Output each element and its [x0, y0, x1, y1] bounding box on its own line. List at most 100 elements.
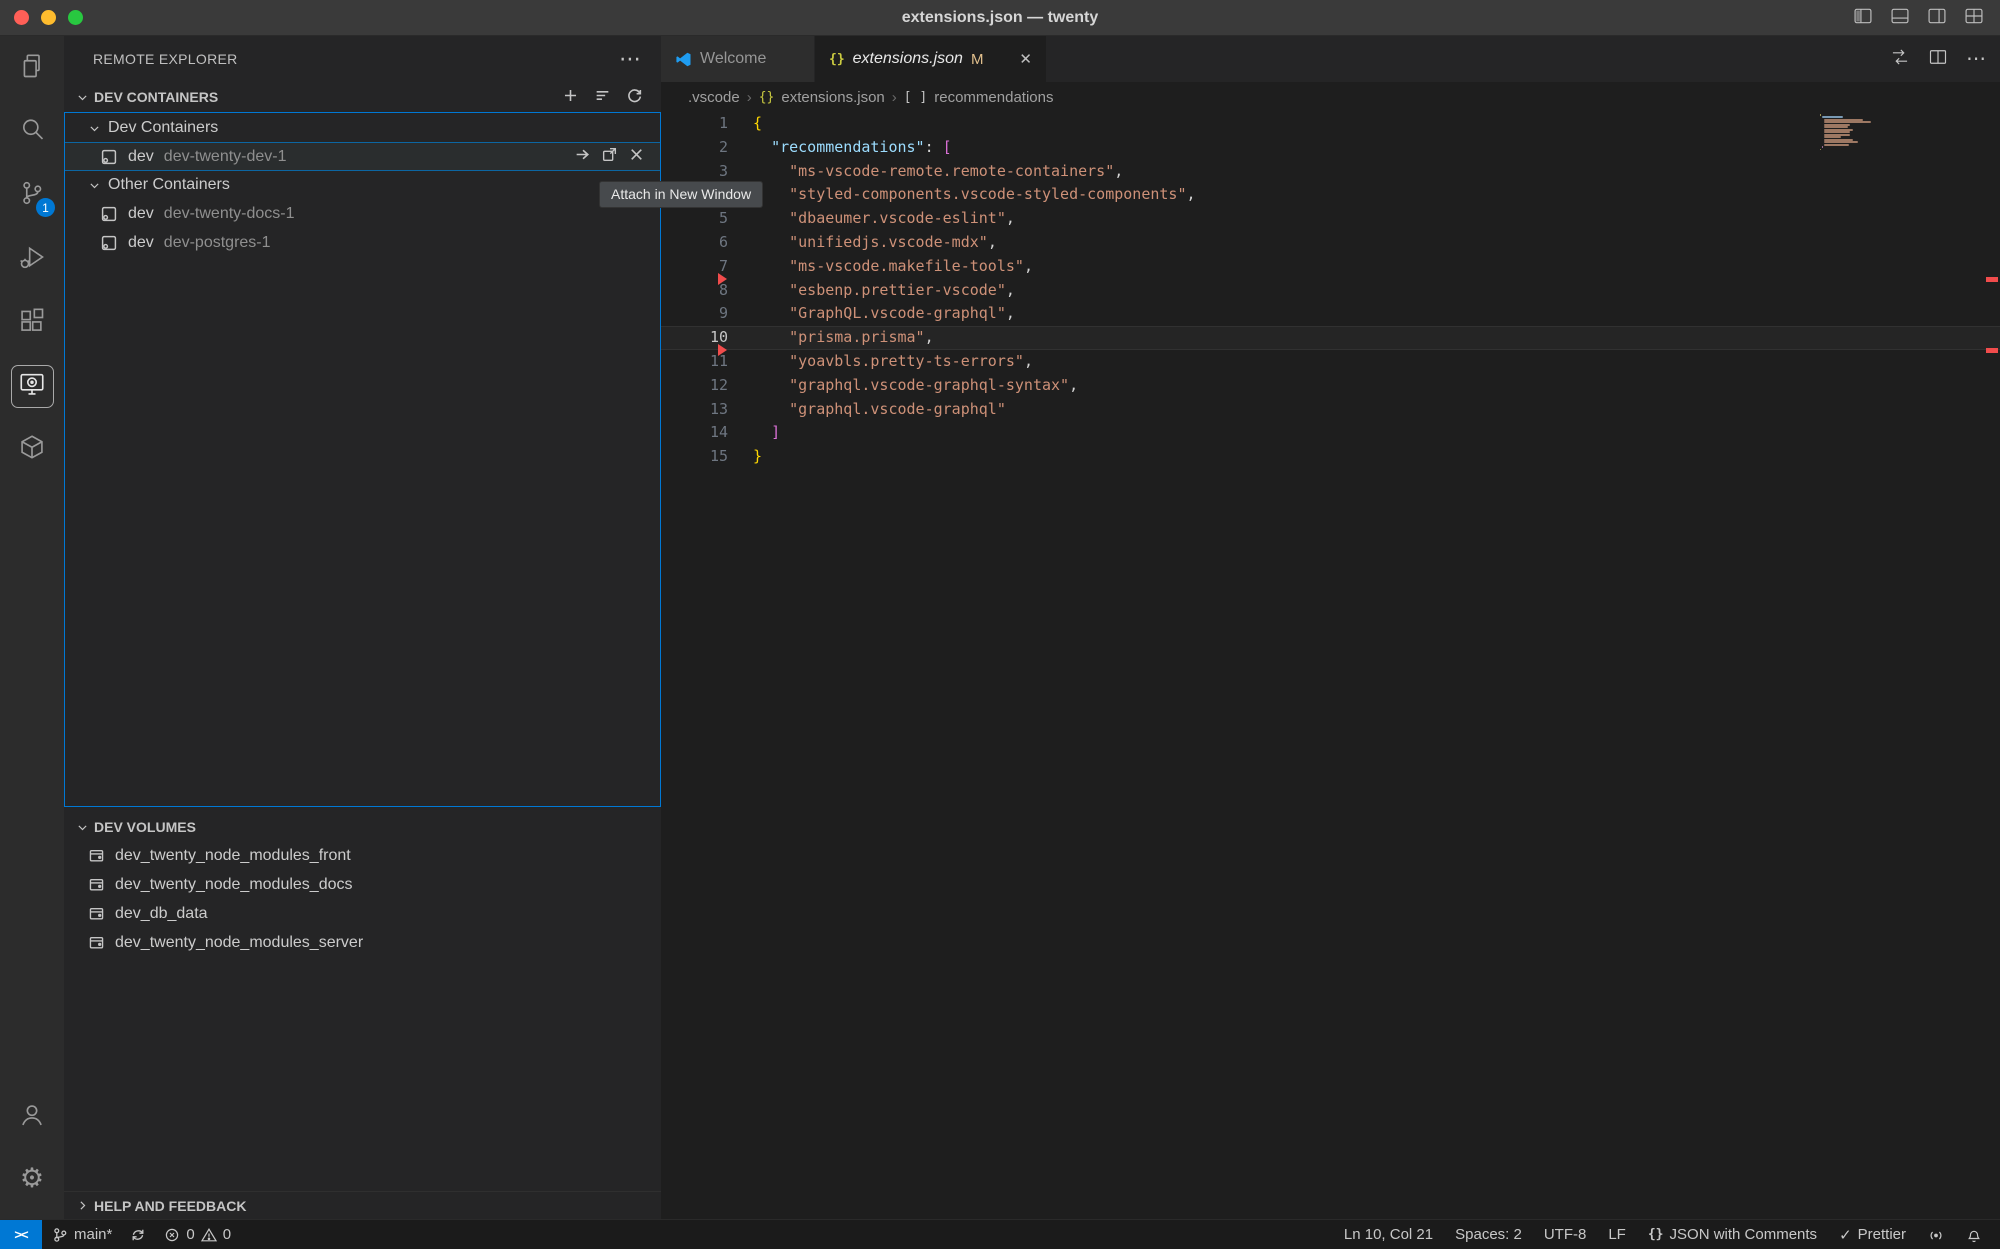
run-debug-icon: [18, 243, 46, 276]
dev-volumes-section-header[interactable]: DEV VOLUMES: [64, 813, 661, 841]
volume-item[interactable]: dev_twenty_node_modules_docs: [64, 870, 661, 899]
container-description: dev-postgres-1: [164, 234, 271, 252]
activity-search-button[interactable]: [0, 102, 64, 160]
code-line-11[interactable]: 11 "yoavbls.pretty-ts-errors",: [661, 350, 2000, 374]
code-line-8[interactable]: 8 "esbenp.prettier-vscode",: [661, 279, 2000, 303]
eol-sequence[interactable]: LF: [1608, 1226, 1626, 1243]
git-deleted-marker: [718, 344, 727, 356]
sync-button[interactable]: [130, 1227, 146, 1243]
activity-dev-containers-button[interactable]: [0, 420, 64, 478]
indentation[interactable]: Spaces: 2: [1455, 1226, 1522, 1243]
minimap-line: [1822, 146, 1823, 148]
dev-containers-tree: Dev Containers dev dev-twenty-dev-1 Othe…: [64, 112, 661, 807]
notifications-button[interactable]: [1966, 1227, 1982, 1243]
status-right: Ln 10, Col 21 Spaces: 2 UTF-8 LF {} JSON…: [1344, 1226, 2000, 1244]
activity-bar: 1 ⚙: [0, 36, 64, 1219]
activity-settings-button[interactable]: ⚙: [0, 1149, 64, 1207]
tooltip: Attach in New Window: [599, 181, 763, 208]
stop-container-close-icon[interactable]: [628, 146, 645, 168]
container-item-dev-twenty-docs-1[interactable]: dev dev-twenty-docs-1: [64, 199, 661, 228]
code-line-15[interactable]: 15}: [661, 445, 2000, 469]
attach-container-arrow-icon[interactable]: [574, 146, 591, 168]
minimap-line: [1824, 121, 1871, 123]
split-editor-icon[interactable]: [1928, 47, 1948, 72]
dev-containers-section-label: DEV CONTAINERS: [94, 89, 218, 105]
container-item-dev-postgres-1[interactable]: dev dev-postgres-1: [64, 228, 661, 257]
activity-source-control-button[interactable]: 1: [0, 166, 64, 224]
breadcrumb-separator: ›: [892, 89, 897, 106]
cursor-position[interactable]: Ln 10, Col 21: [1344, 1226, 1433, 1243]
braces-icon: {}: [1648, 1227, 1664, 1242]
container-icon: [100, 234, 118, 252]
chevron-down-icon: [76, 821, 89, 834]
new-container-plus-icon[interactable]: [562, 87, 579, 107]
formatter-status[interactable]: ✓ Prettier: [1839, 1226, 1906, 1244]
tab-welcome[interactable]: Welcome: [661, 36, 815, 82]
branch-status[interactable]: main*: [52, 1226, 112, 1243]
code-line-10[interactable]: 10 "prisma.prisma",: [661, 326, 2000, 350]
activity-remote-explorer-button[interactable]: [0, 357, 64, 415]
help-and-feedback-section-header[interactable]: HELP AND FEEDBACK: [64, 1191, 661, 1219]
sync-icon: [130, 1227, 146, 1243]
line-text: "styled-components.vscode-styled-compone…: [728, 183, 1196, 207]
container-item-dev-twenty-dev-1[interactable]: dev dev-twenty-dev-1: [64, 142, 661, 171]
activity-run-debug-button[interactable]: [0, 230, 64, 288]
volume-item[interactable]: dev_db_data: [64, 899, 661, 928]
code-line-9[interactable]: 9 "GraphQL.vscode-graphql",: [661, 302, 2000, 326]
code-line-1[interactable]: 1{: [661, 112, 2000, 136]
code-line-6[interactable]: 6 "unifiedjs.vscode-mdx",: [661, 231, 2000, 255]
more-actions-icon[interactable]: ⋯: [1966, 49, 1986, 69]
refresh-icon[interactable]: [626, 87, 643, 107]
close-tab-icon[interactable]: ✕: [1019, 50, 1032, 68]
breadcrumb-file[interactable]: extensions.json: [781, 89, 884, 106]
language-mode[interactable]: {} JSON with Comments: [1648, 1226, 1817, 1243]
sidebar-more-actions-icon[interactable]: ⋯: [619, 48, 641, 70]
toggle-secondary-sidebar-icon[interactable]: [1927, 6, 1947, 31]
minimize-window-button[interactable]: [41, 10, 56, 25]
broadcast-button[interactable]: [1928, 1227, 1944, 1243]
minimap-line: [1824, 126, 1848, 128]
encoding[interactable]: UTF-8: [1544, 1226, 1587, 1243]
code-line-4[interactable]: 4 "styled-components.vscode-styled-compo…: [661, 183, 2000, 207]
dev-volumes-section-label: DEV VOLUMES: [94, 819, 196, 835]
check-icon: ✓: [1839, 1226, 1852, 1244]
breadcrumb-symbol[interactable]: recommendations: [934, 89, 1053, 106]
problems-status[interactable]: 0 0: [164, 1226, 231, 1243]
tree-group-dev-containers[interactable]: Dev Containers: [64, 114, 661, 142]
code-line-13[interactable]: 13 "graphql.vscode-graphql": [661, 398, 2000, 422]
code-line-2[interactable]: 2 "recommendations": [: [661, 136, 2000, 160]
customize-layout-icon[interactable]: [1964, 6, 1984, 31]
overview-ruler-deleted-mark: [1986, 277, 1998, 282]
activity-explorer-button[interactable]: [0, 39, 64, 97]
breadcrumb-folder[interactable]: .vscode: [688, 89, 740, 106]
broadcast-icon: [1928, 1227, 1944, 1243]
code-line-14[interactable]: 14 ]: [661, 421, 2000, 445]
tab-extensions-json[interactable]: {} extensions.json M ✕: [815, 36, 1046, 82]
container-row-actions: [574, 146, 661, 168]
activity-extensions-button[interactable]: [0, 294, 64, 352]
volume-item[interactable]: dev_twenty_node_modules_server: [64, 928, 661, 957]
zoom-window-button[interactable]: [68, 10, 83, 25]
activity-accounts-button[interactable]: [0, 1088, 64, 1146]
line-text: ]: [728, 421, 780, 445]
toggle-sidebar-icon[interactable]: [1853, 6, 1873, 31]
tree-group-other-containers[interactable]: Other Containers: [64, 171, 661, 199]
line-number: 15: [661, 445, 728, 469]
dev-containers-section-header[interactable]: DEV CONTAINERS: [64, 82, 661, 112]
attach-in-new-window-icon[interactable]: [601, 146, 618, 168]
container-icon: [100, 148, 118, 166]
toggle-panel-icon[interactable]: [1890, 6, 1910, 31]
code-line-7[interactable]: 7 "ms-vscode.makefile-tools",: [661, 255, 2000, 279]
remote-indicator[interactable]: ><: [0, 1220, 42, 1249]
volume-icon: [88, 847, 105, 864]
close-window-button[interactable]: [14, 10, 29, 25]
minimap[interactable]: [1820, 114, 1892, 151]
filter-list-icon[interactable]: [594, 87, 611, 107]
minimap-line: [1820, 149, 1821, 151]
editor-actions: ⋯: [1890, 36, 1986, 82]
open-changes-icon[interactable]: [1890, 47, 1910, 72]
code-line-3[interactable]: 3 "ms-vscode-remote.remote-containers",: [661, 160, 2000, 184]
code-line-5[interactable]: 5 "dbaeumer.vscode-eslint",: [661, 207, 2000, 231]
volume-item[interactable]: dev_twenty_node_modules_front: [64, 841, 661, 870]
code-line-12[interactable]: 12 "graphql.vscode-graphql-syntax",: [661, 374, 2000, 398]
